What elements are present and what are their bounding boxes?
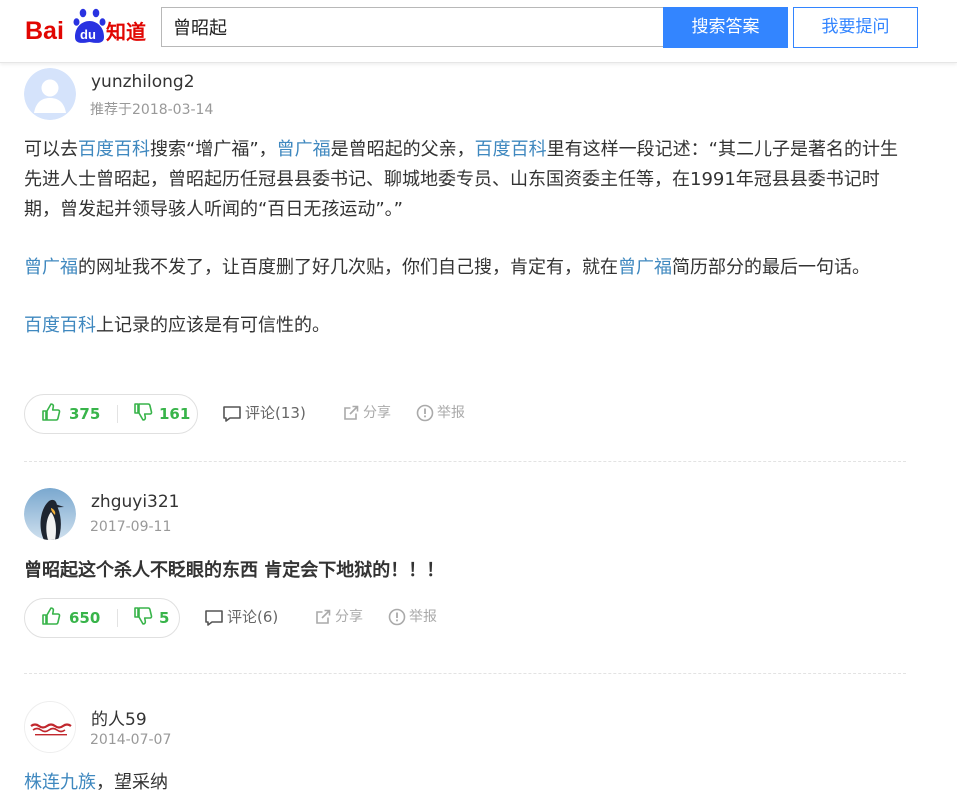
school-logo-avatar-icon	[25, 702, 75, 752]
dislike-button[interactable]: 5	[133, 599, 169, 637]
comment-button[interactable]: 评论(13)	[222, 394, 306, 434]
text: 可以去	[24, 139, 78, 160]
answer-date: 推荐于2018-03-14	[90, 102, 214, 118]
vote-divider	[117, 405, 118, 423]
avatar[interactable]	[24, 68, 76, 120]
answer-divider	[24, 461, 906, 462]
thumbs-down-icon	[134, 607, 153, 625]
thumbs-up-icon	[42, 607, 61, 625]
answer-username[interactable]: zhguyi321	[91, 492, 180, 512]
report-button[interactable]: 举报	[416, 394, 465, 434]
comment-count: 评论(13)	[245, 404, 306, 422]
comment-button[interactable]: 评论(6)	[204, 598, 278, 638]
share-button[interactable]: 分享	[342, 394, 391, 434]
dislike-button[interactable]: 161	[133, 395, 190, 433]
search-input[interactable]	[162, 8, 653, 46]
answer-body: 株连九族，望采纳	[24, 768, 906, 798]
text: 上记录的应该是有可信性的。	[96, 315, 330, 336]
comment-icon	[223, 405, 241, 422]
report-button[interactable]: 举报	[388, 598, 437, 638]
vote-divider	[117, 609, 118, 627]
default-avatar-icon	[24, 68, 76, 120]
vote-pill: 375 161	[24, 394, 198, 434]
like-button[interactable]: 375	[41, 395, 100, 433]
link-zeng-guangfu[interactable]: 曾广福	[24, 257, 78, 278]
link-baike[interactable]: 百度百科	[24, 315, 96, 336]
dislike-count: 161	[159, 405, 191, 423]
search-box	[161, 7, 663, 47]
answer-username[interactable]: yunzhilong2	[91, 72, 195, 92]
answer-paragraph: 曾广福的网址我不发了，让百度删了好几次贴，你们自己搜，肯定有，就在曾广福简历部分…	[24, 253, 906, 283]
thumbs-up-icon	[42, 403, 61, 421]
penguin-avatar-icon	[24, 488, 76, 540]
answer-divider	[24, 673, 906, 674]
report-icon	[416, 404, 434, 422]
share-button[interactable]: 分享	[314, 598, 363, 638]
text: 简历部分的最后一句话。	[672, 257, 870, 278]
link-baike[interactable]: 百度百科	[475, 139, 547, 160]
vote-pill: 650 5	[24, 598, 180, 638]
link-zeng-guangfu[interactable]: 曾广福	[618, 257, 672, 278]
thumbs-down-icon	[134, 403, 153, 421]
answer-body: 曾昭起这个杀人不眨眼的东西 肯定会下地狱的！！！	[24, 560, 445, 581]
share-label: 分享	[363, 405, 391, 421]
link-zhulian-jiuzu[interactable]: 株连九族	[24, 772, 96, 793]
like-count: 650	[69, 609, 101, 627]
svg-text:du: du	[80, 27, 96, 42]
answer-date: 2017-09-11	[90, 519, 172, 535]
report-label: 举报	[437, 405, 465, 421]
comment-icon	[205, 609, 223, 626]
share-icon	[344, 405, 359, 420]
answer-actions: 375 161 评论(13) 分享 举报	[24, 394, 906, 434]
share-icon	[316, 609, 331, 624]
text: ，望采纳	[96, 772, 168, 793]
answer-paragraph: 可以去百度百科搜索“增广福”，曾广福是曾昭起的父亲，百度百科里有这样一段记述：“…	[24, 135, 906, 225]
link-zeng-guangfu[interactable]: 曾广福	[277, 139, 331, 160]
svg-text:知道: 知道	[106, 20, 146, 44]
avatar[interactable]	[24, 701, 76, 753]
link-baike[interactable]: 百度百科	[78, 139, 150, 160]
answer-body: 可以去百度百科搜索“增广福”，曾广福是曾昭起的父亲，百度百科里有这样一段记述：“…	[24, 135, 906, 341]
answer-date: 2014-07-07	[90, 732, 172, 748]
comment-count: 评论(6)	[227, 608, 279, 626]
report-icon	[388, 608, 406, 626]
search-answer-button[interactable]: 搜索答案	[663, 7, 788, 48]
text: 的网址我不发了，让百度删了好几次贴，你们自己搜，肯定有，就在	[78, 257, 618, 278]
like-button[interactable]: 650	[41, 599, 100, 637]
baidu-zhidao-logo[interactable]: Bai du 知道	[24, 6, 152, 46]
avatar[interactable]	[24, 488, 76, 540]
share-label: 分享	[335, 609, 363, 625]
text: 是曾昭起的父亲，	[330, 139, 475, 160]
svg-text:Bai: Bai	[25, 17, 64, 45]
answer-paragraph: 百度百科上记录的应该是有可信性的。	[24, 311, 906, 341]
answer-actions: 650 5 评论(6) 分享 举报	[24, 598, 906, 638]
report-label: 举报	[409, 609, 437, 625]
like-count: 375	[69, 405, 101, 423]
ask-question-button[interactable]: 我要提问	[793, 7, 918, 48]
answer-username[interactable]: 的人59	[91, 705, 147, 730]
top-bar: Bai du 知道 搜索答案 我要提问	[0, 0, 957, 63]
text: 搜索“增广福”，	[150, 139, 277, 160]
dislike-count: 5	[159, 609, 170, 627]
